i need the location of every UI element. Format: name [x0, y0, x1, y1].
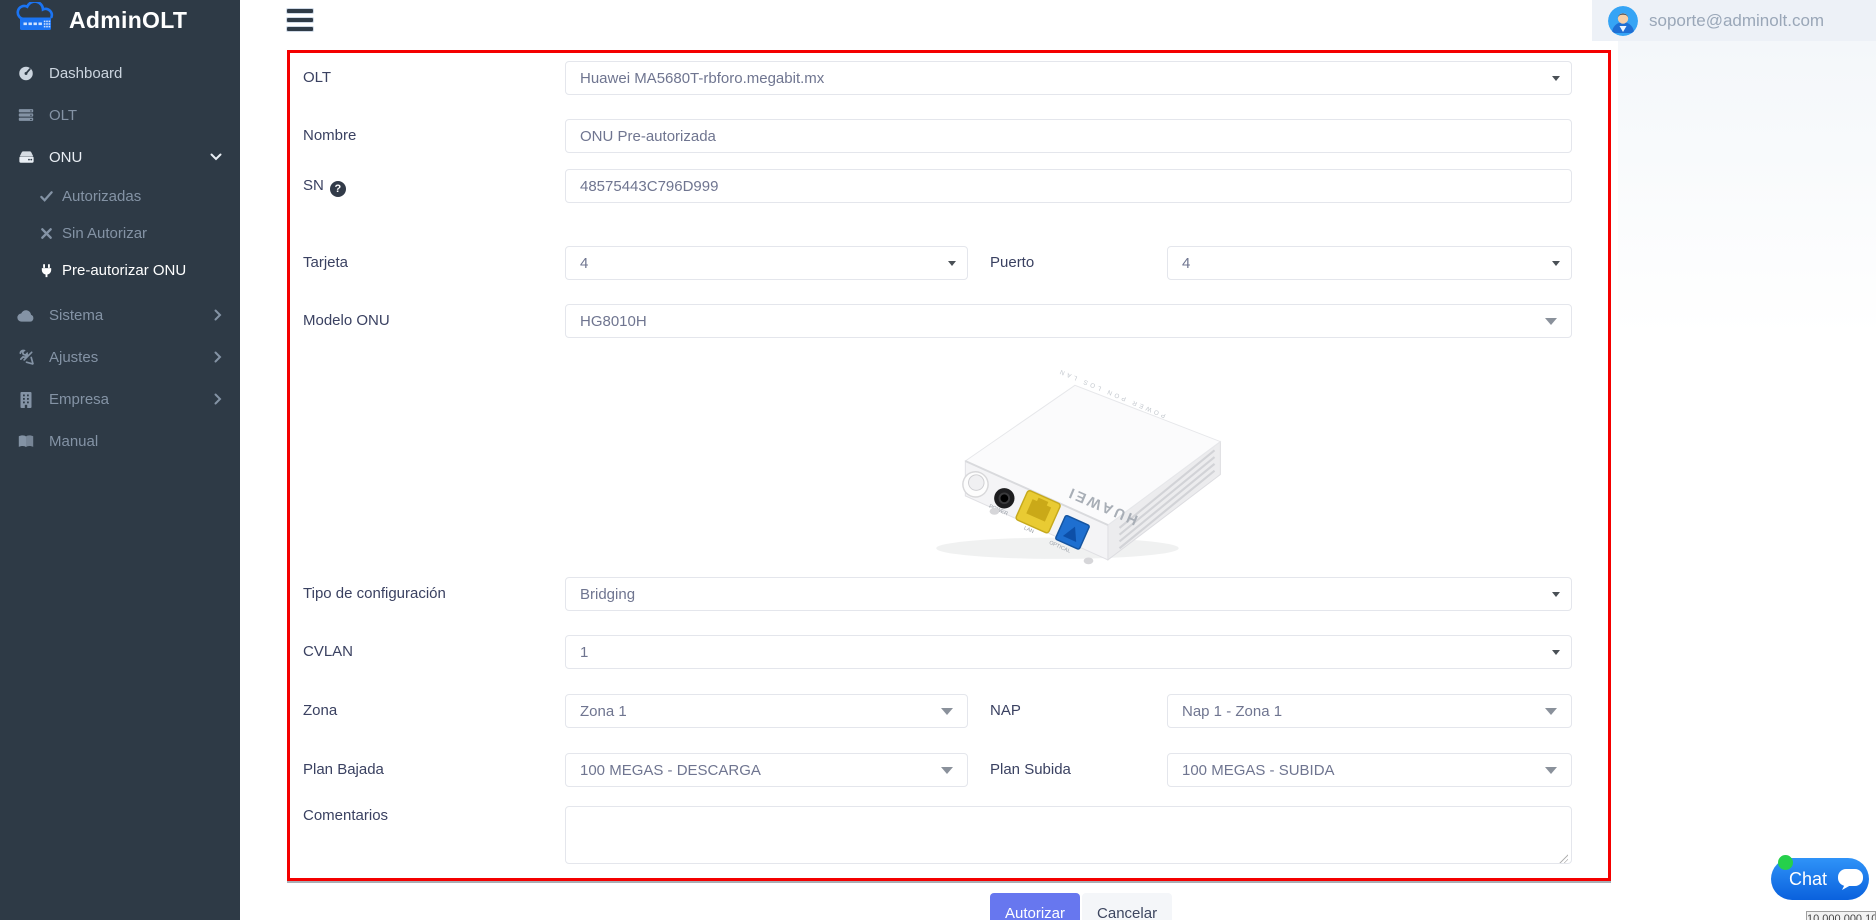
chevron-right-icon	[214, 309, 222, 321]
plan-bajada-select-value: 100 MEGAS - DESCARGA	[580, 762, 761, 779]
sidebar-item-olt[interactable]: OLT	[0, 94, 240, 136]
sidebar-item-label: ONU	[49, 149, 82, 166]
nap-select-value: Nap 1 - Zona 1	[1182, 703, 1282, 720]
olt-select[interactable]: Huawei MA5680T-rbforo.megabit.mx	[565, 61, 1572, 95]
cvlan-select[interactable]: 1	[565, 635, 1572, 669]
tarjeta-select-value: 4	[580, 255, 588, 272]
app-window: AdminOLT Dashboard OLT ONU	[0, 0, 1876, 920]
cvlan-select-value: 1	[580, 644, 588, 661]
tools-icon	[16, 349, 36, 366]
user-email: soporte@adminolt.com	[1649, 11, 1824, 31]
sidebar-item-manual[interactable]: Manual	[0, 420, 240, 462]
plug-icon	[38, 263, 54, 278]
background-fade	[1618, 41, 1876, 461]
plan-subida-select-value: 100 MEGAS - SUBIDA	[1182, 762, 1335, 779]
chevron-right-icon	[214, 393, 222, 405]
chat-bubble-icon	[1837, 867, 1864, 891]
modelo-onu-select-value: HG8010H	[580, 313, 647, 330]
comentarios-textarea[interactable]	[565, 806, 1572, 864]
sidebar-item-label: Ajustes	[49, 349, 98, 366]
help-icon[interactable]: ?	[330, 181, 346, 197]
sidebar-item-label: Dashboard	[49, 65, 122, 82]
brand-logo[interactable]: AdminOLT	[0, 0, 240, 41]
nap-label: NAP	[990, 694, 1150, 728]
sidebar-item-ajustes[interactable]: Ajustes	[0, 336, 240, 378]
zona-select[interactable]: Zona 1	[565, 694, 968, 728]
plan-bajada-select[interactable]: 100 MEGAS - DESCARGA	[565, 753, 968, 787]
preauthorize-onu-form: OLT Huawei MA5680T-rbforo.megabit.mx Nom…	[287, 50, 1611, 881]
zona-label: Zona	[303, 694, 553, 728]
main-content: OLT Huawei MA5680T-rbforo.megabit.mx Nom…	[240, 41, 1876, 920]
plan-subida-select[interactable]: 100 MEGAS - SUBIDA	[1167, 753, 1572, 787]
cvlan-label: CVLAN	[303, 635, 553, 669]
autorizar-button[interactable]: Autorizar	[990, 893, 1080, 920]
tipo-configuracion-select-value: Bridging	[580, 586, 635, 603]
puerto-select[interactable]: 4	[1167, 246, 1572, 280]
check-icon	[38, 189, 54, 204]
topbar	[240, 0, 1592, 41]
chevron-down-icon	[210, 153, 222, 161]
onu-device-icon	[16, 148, 36, 167]
chat-label: Chat	[1789, 869, 1827, 890]
sidebar-item-onu[interactable]: ONU	[0, 136, 240, 178]
zona-select-value: Zona 1	[580, 703, 627, 720]
book-icon	[16, 434, 36, 449]
puerto-label: Puerto	[990, 246, 1150, 280]
nombre-label: Nombre	[303, 119, 553, 153]
cancelar-button[interactable]: Cancelar	[1082, 893, 1172, 920]
olt-label: OLT	[303, 61, 553, 95]
user-menu[interactable]: soporte@adminolt.com	[1592, 0, 1876, 41]
user-avatar	[1608, 6, 1638, 36]
menu-toggle-button[interactable]	[287, 9, 313, 31]
cloud-switch-logo-icon	[14, 2, 60, 39]
sidebar-item-autorizadas[interactable]: Autorizadas	[0, 178, 240, 215]
modelo-onu-label: Modelo ONU	[303, 304, 553, 338]
sidebar-item-pre-autorizar-onu[interactable]: Pre-autorizar ONU	[0, 252, 240, 289]
comentarios-label: Comentarios	[303, 806, 553, 826]
sn-label: SN?	[303, 169, 553, 203]
sidebar-item-empresa[interactable]: Empresa	[0, 378, 240, 420]
sidebar-nav: Dashboard OLT ONU	[0, 41, 240, 462]
online-status-dot	[1778, 855, 1793, 870]
nap-select[interactable]: Nap 1 - Zona 1	[1167, 694, 1572, 728]
chat-widget-button[interactable]: Chat	[1771, 858, 1869, 900]
tarjeta-select[interactable]: 4	[565, 246, 968, 280]
sn-input[interactable]	[565, 169, 1572, 203]
building-icon	[16, 391, 36, 408]
sidebar-item-label: Autorizadas	[62, 188, 141, 205]
sidebar: AdminOLT Dashboard OLT ONU	[0, 0, 240, 920]
tipo-configuracion-label: Tipo de configuración	[303, 577, 553, 611]
status-tooltip: 10.000.000.100	[1806, 911, 1876, 920]
sidebar-item-sistema[interactable]: Sistema	[0, 294, 240, 336]
sidebar-item-label: Pre-autorizar ONU	[62, 262, 186, 279]
plan-bajada-label: Plan Bajada	[303, 753, 553, 787]
plan-subida-label: Plan Subida	[990, 753, 1150, 787]
sidebar-item-dashboard[interactable]: Dashboard	[0, 52, 240, 94]
form-actions: Autorizar Cancelar	[990, 893, 1172, 920]
server-icon	[16, 106, 36, 124]
modelo-onu-select[interactable]: HG8010H	[565, 304, 1572, 338]
sidebar-item-label: Empresa	[49, 391, 109, 408]
tarjeta-label: Tarjeta	[303, 246, 553, 280]
nombre-input[interactable]	[565, 119, 1572, 153]
tipo-configuracion-select[interactable]: Bridging	[565, 577, 1572, 611]
puerto-select-value: 4	[1182, 255, 1190, 272]
sidebar-item-label: Manual	[49, 433, 98, 450]
olt-select-value: Huawei MA5680T-rbforo.megabit.mx	[580, 70, 824, 87]
sidebar-item-sin-autorizar[interactable]: Sin Autorizar	[0, 215, 240, 252]
sidebar-item-label: Sin Autorizar	[62, 225, 147, 242]
gauge-icon	[16, 64, 36, 82]
onu-product-image: POWER PON LOS LAN HUAWEI	[912, 351, 1232, 569]
chevron-right-icon	[214, 351, 222, 363]
sidebar-item-label: Sistema	[49, 307, 103, 324]
cloud-icon	[16, 308, 36, 323]
brand-name: AdminOLT	[69, 7, 187, 34]
x-icon	[38, 227, 54, 240]
sidebar-item-label: OLT	[49, 107, 77, 124]
